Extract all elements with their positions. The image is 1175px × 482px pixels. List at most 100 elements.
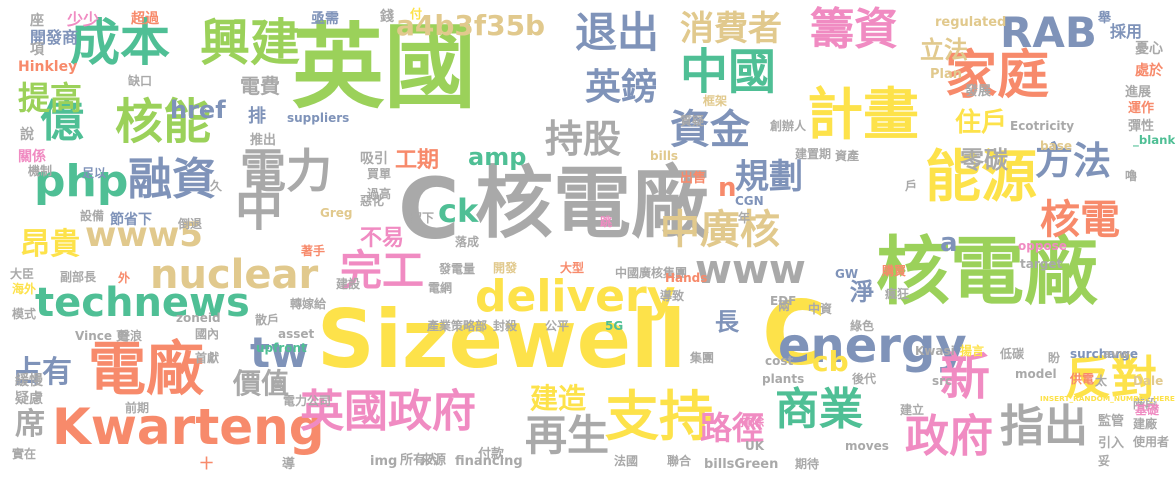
cloud-word: 電費 — [240, 74, 280, 98]
cloud-word: 供電 — [1070, 372, 1095, 386]
cloud-word: 節省下 — [110, 212, 152, 228]
cloud-word: 聲浪 — [118, 329, 143, 343]
cloud-word: 前期 — [125, 401, 150, 415]
cloud-word: moves — [845, 439, 889, 453]
cloud-word: 落成 — [455, 235, 480, 249]
cloud-word: 瘋狂 — [885, 287, 910, 301]
cloud-word: 運作 — [1128, 101, 1155, 116]
cloud-word: 中廣核 — [660, 207, 780, 253]
cloud-word: 年 — [738, 211, 751, 225]
cloud-word: 疑慮 — [15, 391, 43, 407]
cloud-word: 資產 — [835, 149, 860, 163]
cloud-word: 席 — [15, 407, 45, 442]
cloud-word: 國內 — [195, 327, 220, 341]
cloud-word: 處於 — [1135, 63, 1163, 79]
cloud-word: 產業策略部 — [427, 319, 488, 333]
cloud-word: Greg — [320, 206, 353, 220]
cloud-word: img — [370, 454, 398, 469]
cloud-word: model — [1015, 367, 1057, 381]
cloud-word: 留下 — [410, 211, 435, 225]
cloud-word: 低碳 — [1000, 347, 1025, 361]
cloud-word: 英鎊 — [585, 67, 658, 108]
cloud-word: src — [932, 374, 953, 388]
cloud-word: amp — [468, 143, 527, 171]
cloud-word: ck — [438, 192, 479, 230]
cloud-word: href — [170, 96, 226, 124]
cloud-word: 來源 — [420, 453, 447, 468]
cloud-word: 模式 — [12, 307, 37, 321]
cloud-word: 創辦人 — [770, 119, 807, 133]
cloud-word: 少少 — [67, 10, 100, 29]
cloud-word: 亟需 — [311, 11, 339, 27]
cloud-word: bills — [650, 149, 679, 163]
cloud-word: Dale — [1133, 374, 1164, 388]
cloud-word: 揚言 — [960, 344, 985, 358]
cloud-word: 建立 — [900, 403, 925, 417]
cloud-word: 指出 — [1000, 401, 1088, 452]
cloud-word: 足以 — [82, 166, 107, 180]
cloud-word: 電力公司 — [283, 394, 332, 408]
cloud-word: 倒退 — [178, 217, 203, 231]
cloud-word: 聯合 — [667, 454, 692, 468]
cloud-word: 外 — [118, 271, 131, 285]
cloud-word: 機制 — [28, 164, 53, 178]
cloud-word: 退出 — [575, 8, 660, 57]
cloud-word: 開發 — [493, 261, 518, 275]
cloud-word: 副部長 — [60, 270, 97, 284]
cloud-word: avw — [1103, 347, 1131, 361]
cloud-word: 設備 — [80, 209, 105, 223]
cloud-word: INSERT_RANDOM_NUMBER_HERE — [1040, 394, 1175, 403]
cloud-word: 使用者 — [1133, 435, 1170, 449]
cloud-word: 發展 — [965, 84, 992, 99]
cloud-word: oppose — [1018, 239, 1067, 253]
cloud-word: 發電量 — [439, 262, 476, 276]
cloud-word: 惡化 — [360, 194, 385, 208]
cloud-word: 建廠 — [1133, 417, 1158, 431]
cloud-word: 消費者 — [680, 9, 782, 49]
cloud-word: 5G — [605, 319, 624, 333]
cloud-word: 導致 — [660, 289, 685, 303]
cloud-word: 排除 — [740, 415, 765, 429]
cloud-word: 中資 — [808, 302, 833, 316]
cloud-word: 跳 — [600, 215, 613, 229]
cloud-word: cost — [765, 354, 794, 368]
cloud-word: zoneid — [176, 311, 221, 325]
cloud-word: regulated — [935, 15, 1007, 30]
cloud-word: 盼 — [1048, 351, 1061, 365]
cloud-word: 綠色 — [850, 319, 875, 333]
cloud-word: 零碳 — [960, 146, 1008, 174]
cloud-word: www — [695, 247, 806, 293]
cloud-word: 立法 — [920, 36, 968, 64]
cloud-word: 大型 — [560, 261, 585, 275]
cloud-word: 商業 — [775, 384, 863, 435]
cloud-word: delivery — [475, 271, 676, 322]
cloud-word: 萬 — [272, 377, 285, 391]
cloud-word: 憂心 — [1135, 41, 1163, 57]
cloud-word: 說 — [20, 127, 34, 143]
cloud-word: cb — [812, 345, 849, 378]
cloud-word: 太 — [1095, 374, 1108, 388]
cloud-word: 海外 — [12, 282, 37, 296]
cloud-word: 質疑 — [680, 114, 705, 128]
cloud-word: target — [1020, 257, 1063, 271]
cloud-word: 首獻 — [195, 351, 220, 365]
cloud-word: 後代 — [852, 372, 877, 386]
cloud-word: 久 — [210, 179, 223, 193]
cloud-word: 導 — [282, 457, 296, 472]
cloud-word: 彈性 — [1128, 119, 1155, 134]
cloud-word: 封殺 — [493, 319, 518, 333]
cloud-word: 緩慢 — [15, 373, 43, 389]
cloud-word: 採用 — [1110, 22, 1143, 41]
cloud-word: 項 — [30, 42, 44, 58]
cloud-word: 監管 — [1098, 414, 1125, 429]
cloud-word: 付款 — [478, 447, 505, 462]
cloud-word: GW — [835, 267, 859, 281]
cloud-word: 提高 — [18, 79, 83, 117]
cloud-word: 建造 — [530, 382, 587, 415]
cloud-word: CGN — [735, 194, 764, 208]
cloud-word: Plan — [930, 67, 963, 82]
cloud-word: 持股 — [545, 117, 622, 161]
cloud-word: 轉嫁給 — [290, 297, 327, 311]
cloud-word: suppliers — [287, 111, 350, 125]
cloud-word: billsGreen — [704, 457, 779, 472]
